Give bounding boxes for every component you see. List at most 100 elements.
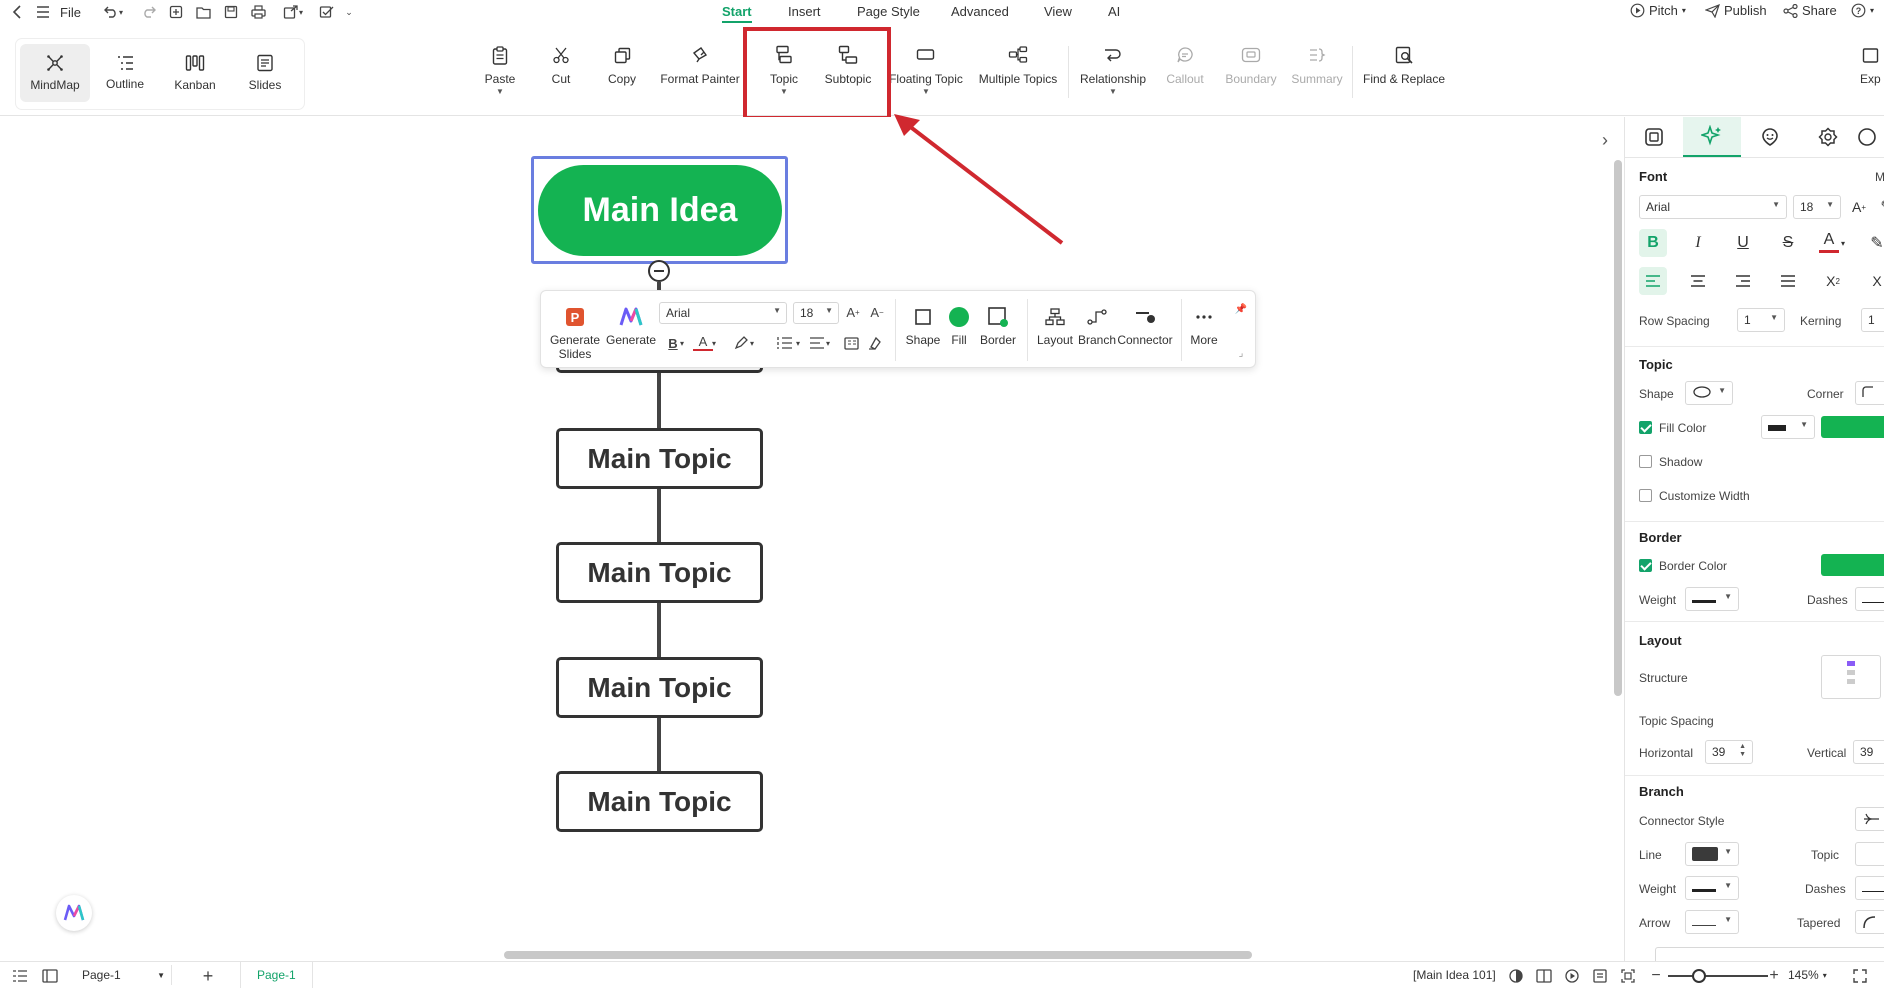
branch-weight-select[interactable]: ▼: [1685, 876, 1739, 900]
connector-button[interactable]: Connector: [1117, 305, 1173, 347]
shadow-checkbox[interactable]: [1639, 455, 1652, 468]
relationship-dropdown-icon[interactable]: ▼: [1109, 87, 1117, 96]
generate-slides-button[interactable]: P Generate Slides: [549, 305, 601, 361]
topic-shape-select[interactable]: ▼: [1685, 381, 1733, 405]
view-outline-button[interactable]: Outline: [90, 44, 160, 102]
main-topic-node[interactable]: Main Topic: [556, 428, 763, 489]
help-button[interactable]: ? ▾: [1851, 3, 1874, 18]
main-topic-node[interactable]: Main Topic: [556, 657, 763, 718]
find-replace-button[interactable]: Find & Replace: [1363, 44, 1445, 112]
tapered-select[interactable]: [1855, 910, 1884, 934]
panel-tab-page[interactable]: [1625, 117, 1683, 157]
clear-format-icon[interactable]: [865, 333, 885, 353]
structure-select[interactable]: [1821, 655, 1881, 699]
tab-start[interactable]: Start: [722, 4, 752, 23]
boundary-button[interactable]: Boundary: [1225, 44, 1277, 112]
align-dropdown-icon[interactable]: ▾: [823, 333, 833, 353]
panel-font-color-icon[interactable]: A: [1819, 229, 1839, 253]
paste-dropdown-icon[interactable]: ▼: [496, 87, 504, 96]
border-weight-select[interactable]: ▼: [1685, 587, 1739, 611]
list-dropdown-icon[interactable]: ▾: [793, 333, 803, 353]
tab-view[interactable]: View: [1044, 4, 1072, 19]
fit-screen-icon[interactable]: [1620, 968, 1636, 984]
collapse-branch-icon[interactable]: [648, 260, 670, 282]
panel-superscript-icon[interactable]: X2: [1819, 267, 1847, 295]
border-button[interactable]: Border: [977, 305, 1019, 347]
border-dashes-select[interactable]: [1855, 587, 1884, 611]
panel-tab-icons[interactable]: [1741, 117, 1799, 157]
floating-topic-dropdown-icon[interactable]: ▼: [922, 87, 930, 96]
branch-button[interactable]: Branch: [1077, 305, 1117, 347]
main-topic-node[interactable]: Main Topic: [556, 771, 763, 832]
panel-tab-more[interactable]: [1857, 117, 1884, 157]
pin-icon[interactable]: 📌: [1231, 299, 1251, 319]
branch-topic-select[interactable]: [1855, 842, 1884, 866]
fill-pattern-select[interactable]: ▼: [1761, 415, 1815, 439]
theme-toggle-icon[interactable]: [1508, 968, 1524, 984]
publish-button[interactable]: Publish: [1705, 3, 1767, 18]
panel-highlight-icon[interactable]: ✎: [1863, 229, 1884, 257]
border-color-checkbox[interactable]: [1639, 559, 1652, 572]
resize-corner-icon[interactable]: ⌟: [1231, 343, 1251, 363]
more-quick-tools-icon[interactable]: ⌄: [340, 3, 358, 21]
connector-style-select[interactable]: [1855, 807, 1884, 831]
branch-dashes-select[interactable]: [1855, 876, 1884, 900]
outline-toggle-icon[interactable]: [12, 968, 28, 984]
add-page-icon[interactable]: +: [200, 966, 216, 986]
print-icon[interactable]: [249, 3, 267, 21]
fill-button[interactable]: Fill: [945, 305, 973, 347]
font-color-dropdown-icon[interactable]: ▾: [709, 333, 719, 353]
line-color-select[interactable]: ▼: [1685, 842, 1739, 866]
kerning-input[interactable]: 1: [1861, 308, 1884, 332]
fullscreen-icon[interactable]: [1852, 968, 1868, 984]
arrow-select[interactable]: ▼: [1685, 910, 1739, 934]
new-file-icon[interactable]: [167, 3, 185, 21]
play-icon[interactable]: [1564, 968, 1580, 984]
tab-ai[interactable]: AI: [1108, 4, 1120, 19]
zoom-slider-thumb[interactable]: [1692, 969, 1706, 983]
panel-align-left-icon[interactable]: [1639, 267, 1667, 295]
zoom-in-icon[interactable]: +: [1766, 967, 1782, 984]
back-icon[interactable]: [8, 3, 26, 21]
copy-button[interactable]: Copy: [607, 44, 637, 112]
present-icon[interactable]: [1592, 968, 1608, 984]
row-spacing-select[interactable]: 1 ▼: [1737, 308, 1785, 332]
zoom-slider[interactable]: [1668, 975, 1768, 977]
generate-button[interactable]: Generate: [606, 305, 656, 347]
font-family-select[interactable]: Arial ▼: [659, 302, 787, 324]
border-color-swatch[interactable]: [1821, 554, 1884, 576]
decrease-font-icon[interactable]: A −: [867, 302, 887, 322]
collapse-panel-chevron-icon[interactable]: ›: [1602, 130, 1608, 151]
hamburger-menu-icon[interactable]: [34, 3, 52, 21]
summary-button[interactable]: Summary: [1291, 44, 1343, 112]
layout-button[interactable]: Layout: [1035, 305, 1075, 347]
panel-tab-theme[interactable]: [1799, 117, 1857, 157]
tab-advanced[interactable]: Advanced: [951, 4, 1009, 19]
callout-button[interactable]: Callout: [1166, 44, 1204, 112]
file-menu[interactable]: File: [60, 5, 81, 20]
share-button[interactable]: Share: [1783, 3, 1837, 18]
panel-font-family-select[interactable]: Arial ▼: [1639, 195, 1787, 219]
fill-color-checkbox[interactable]: [1639, 421, 1652, 434]
view-kanban-button[interactable]: Kanban: [160, 44, 230, 102]
undo-dropdown-icon[interactable]: ▾: [116, 3, 126, 21]
save-icon[interactable]: [222, 3, 240, 21]
increase-font-icon[interactable]: A +: [843, 302, 863, 322]
corner-select[interactable]: [1855, 381, 1884, 405]
page-tab-active[interactable]: Page-1: [240, 962, 313, 988]
multiple-topics-button[interactable]: Multiple Topics: [979, 44, 1057, 112]
more-button[interactable]: More: [1189, 305, 1219, 347]
floating-topic-button[interactable]: Floating Topic ▼: [889, 44, 963, 112]
tab-insert[interactable]: Insert: [788, 4, 821, 19]
text-box-icon[interactable]: [841, 333, 861, 353]
highlighter-dropdown-icon[interactable]: ▾: [747, 333, 757, 353]
mindmap-canvas[interactable]: [0, 117, 1624, 961]
open-folder-icon[interactable]: [194, 3, 212, 21]
panel-align-center-icon[interactable]: [1684, 267, 1712, 295]
export-dropdown-icon[interactable]: ▾: [296, 3, 306, 21]
export-button[interactable]: Exp: [1860, 44, 1884, 112]
stepper-icon[interactable]: ▲ ▼: [1739, 743, 1746, 759]
panel-subscript-icon[interactable]: X: [1863, 267, 1884, 295]
view-slides-button[interactable]: Slides: [230, 44, 300, 102]
panel-italic-icon[interactable]: I: [1684, 229, 1712, 257]
